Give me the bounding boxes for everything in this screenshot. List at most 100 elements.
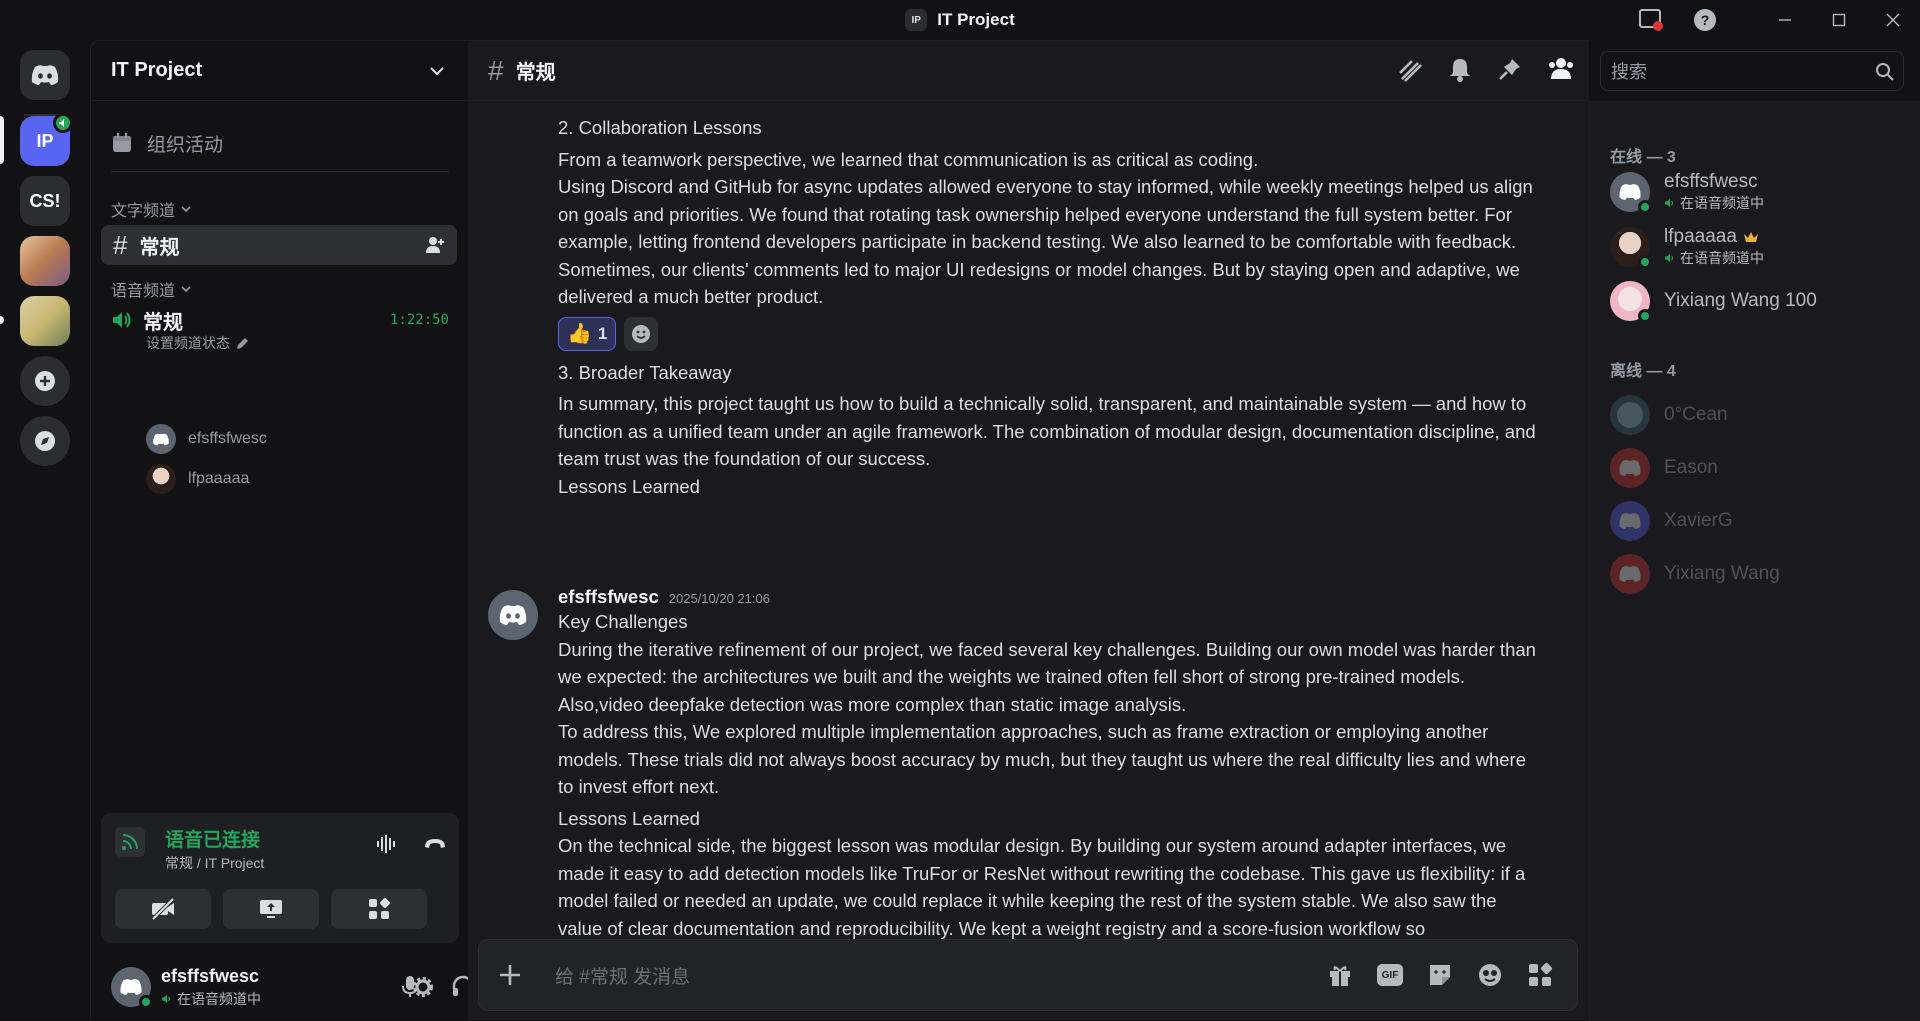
help-icon[interactable]: ?: [1678, 0, 1732, 40]
reaction-thumbs-up[interactable]: 👍 1: [558, 316, 617, 351]
avatar[interactable]: [111, 967, 153, 1009]
chevron-down-icon: [181, 286, 191, 293]
camera-off-icon: [151, 898, 175, 920]
member-yixiang-wang-100[interactable]: Yixiang Wang 100: [1610, 281, 1817, 323]
disconnect-icon[interactable]: [423, 837, 447, 856]
voice-user-lfpaaaaa[interactable]: lfpaaaaa: [146, 464, 446, 494]
avatar: [1610, 395, 1650, 435]
speaker-icon: [162, 994, 170, 1003]
member-list-icon[interactable]: [1548, 57, 1574, 86]
member-name: Yixiang Wang 100: [1664, 290, 1817, 311]
add-server-icon[interactable]: [20, 356, 70, 406]
screen-share-button[interactable]: [223, 889, 319, 929]
search-box[interactable]: 搜索: [1600, 51, 1904, 91]
settings-gear-icon[interactable]: [411, 975, 435, 1004]
avatar: [1610, 554, 1650, 594]
member-eason[interactable]: Eason: [1610, 448, 1718, 488]
pencil-icon: [237, 337, 248, 349]
events-label: 组织活动: [147, 134, 224, 156]
message-heading: Lessons Learned: [558, 807, 700, 829]
voice-user-efsffsfwesc[interactable]: efsffsfwesc: [146, 424, 446, 454]
message-paragraph: In summary, this project taught us how t…: [558, 393, 1536, 469]
channel-item-general[interactable]: # 常规: [101, 225, 457, 265]
member-xavierg[interactable]: XavierG: [1610, 501, 1733, 541]
member-lfpaaaaa[interactable]: lfpaaaaa 在语音频道中: [1610, 226, 1764, 269]
member-efsffsfwesc[interactable]: efsffsfwesc 在语音频道中: [1610, 171, 1764, 214]
notification-bell-icon[interactable]: [1448, 57, 1472, 88]
server-it-project-label: IP: [36, 130, 54, 151]
voice-location[interactable]: 常规 / IT Project: [165, 853, 264, 873]
events-item[interactable]: 组织活动: [111, 123, 223, 163]
minimize-icon[interactable]: [1758, 0, 1812, 40]
voice-channel-general[interactable]: 常规 1:22:50: [111, 305, 449, 335]
message-paragraph: To address this, We explored multiple im…: [558, 721, 1526, 797]
message-continuation: 2. Collaboration Lessons From a teamwork…: [558, 114, 1543, 500]
activities-button[interactable]: [331, 889, 427, 929]
search-icon: [1876, 63, 1894, 81]
username: efsffsfwesc: [161, 965, 260, 986]
voice-category[interactable]: 语音频道: [111, 277, 191, 301]
server-anime-avatar-1[interactable]: [20, 236, 70, 286]
gift-icon[interactable]: [1327, 962, 1353, 993]
server-anime-avatar-2[interactable]: [20, 296, 70, 346]
avatar: [1610, 227, 1652, 269]
hash-icon: #: [113, 229, 128, 260]
discord-home-icon[interactable]: [20, 50, 70, 100]
search-input[interactable]: 搜索: [1611, 58, 1647, 84]
inbox-icon[interactable]: [1624, 0, 1678, 40]
message-heading: 2. Collaboration Lessons: [558, 117, 762, 138]
close-icon[interactable]: [1866, 0, 1920, 40]
noise-suppression-icon[interactable]: [376, 835, 398, 858]
user-info[interactable]: efsffsfwesc 在语音频道中: [161, 966, 261, 1009]
offline-header: 离线 — 4: [1610, 363, 1676, 380]
member-name: Yixiang Wang: [1664, 563, 1780, 584]
svg-text:?: ?: [1701, 12, 1710, 28]
server-badge-icon: IP: [905, 9, 928, 31]
thumbs-up-icon: 👍: [567, 323, 592, 345]
hash-icon: #: [488, 54, 504, 86]
sticker-icon[interactable]: [1427, 962, 1453, 993]
voice-status[interactable]: 语音已连接: [165, 825, 260, 852]
voice-channel-label: 常规: [143, 311, 183, 334]
pin-icon[interactable]: [1498, 57, 1522, 88]
member-activity: 在语音频道中: [1680, 195, 1764, 211]
avatar[interactable]: [488, 590, 538, 640]
voice-user-name: efsffsfwesc: [188, 430, 267, 447]
maximize-icon[interactable]: [1812, 0, 1866, 40]
text-category[interactable]: 文字频道: [111, 197, 191, 221]
title-bar: IP IT Project ?: [0, 0, 1920, 40]
server-header[interactable]: IT Project: [91, 41, 467, 101]
member-ocean[interactable]: 0°Cean: [1610, 395, 1728, 435]
add-member-icon[interactable]: [425, 236, 445, 254]
avatar: [1610, 448, 1650, 488]
activities-icon: [369, 898, 390, 919]
message-author[interactable]: efsffsfwesc: [558, 586, 659, 608]
threads-icon[interactable]: [1398, 59, 1424, 88]
user-status: 在语音频道中: [177, 990, 261, 1007]
add-reaction-button[interactable]: [624, 316, 659, 351]
calendar-icon: [113, 133, 131, 152]
attach-plus-icon[interactable]: [497, 962, 523, 993]
server-it-project[interactable]: IP: [20, 113, 73, 166]
member-yixiang-wang[interactable]: Yixiang Wang: [1610, 554, 1780, 594]
speaker-icon: [1665, 253, 1673, 263]
smile-icon: [632, 324, 651, 343]
server-cs[interactable]: CS!: [20, 176, 70, 226]
apps-icon[interactable]: [1527, 962, 1553, 993]
window-title: IP IT Project: [905, 9, 1015, 31]
message-input[interactable]: 给 #常规 发消息: [555, 962, 690, 989]
member-activity: 在语音频道中: [1680, 250, 1764, 266]
member-name: Eason: [1664, 457, 1718, 478]
signal-icon[interactable]: [115, 827, 145, 857]
emoji-icon[interactable]: [1477, 962, 1503, 993]
message-paragraph: Using Discord and GitHub for async updat…: [558, 176, 1533, 252]
gif-button[interactable]: GIF: [1377, 964, 1403, 986]
gif-label: GIF: [1381, 969, 1399, 981]
set-status-label: 设置频道状态: [146, 335, 230, 351]
camera-off-button[interactable]: [115, 889, 211, 929]
message-timestamp: 2025/10/20 21:06: [668, 591, 770, 606]
channel-general-label: 常规: [139, 236, 180, 259]
chat-header: # 常规: [468, 41, 1589, 101]
set-channel-status[interactable]: 设置频道状态: [146, 333, 249, 353]
discover-icon[interactable]: [20, 416, 70, 466]
